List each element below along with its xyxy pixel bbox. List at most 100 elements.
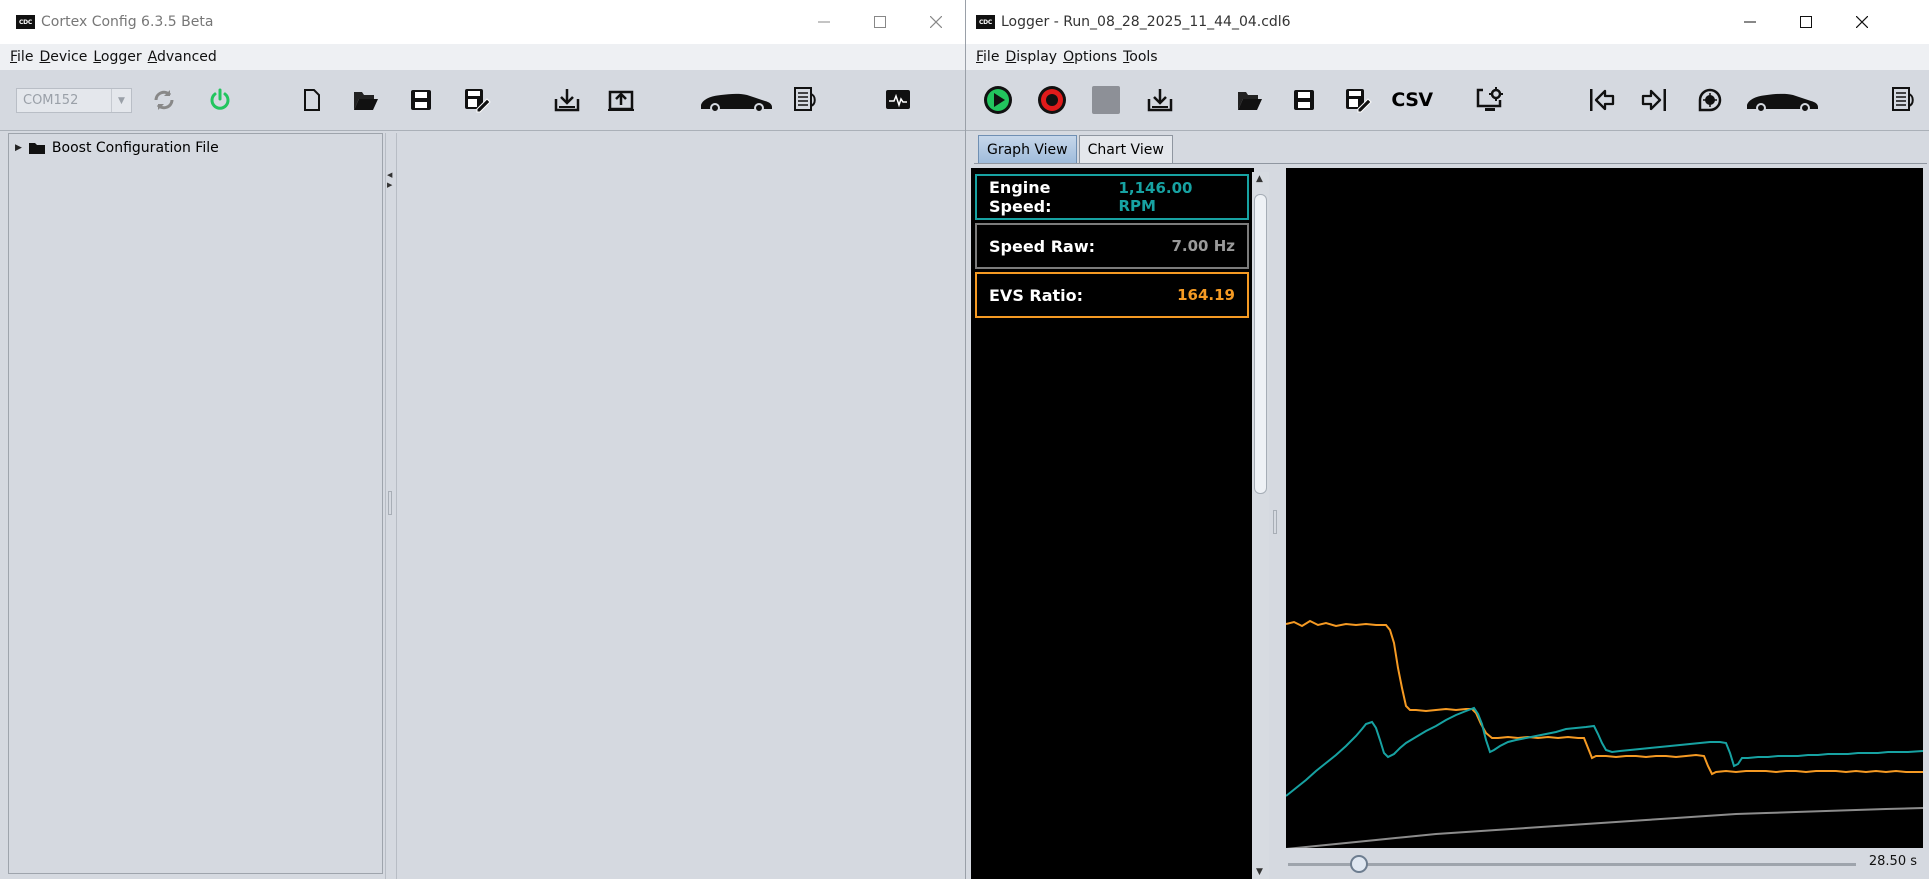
config-window: CDC Cortex Config 6.3.5 Beta File Device…: [0, 0, 966, 879]
open-file-button[interactable]: [350, 84, 382, 116]
save-as-button[interactable]: [461, 84, 493, 116]
record-icon: [1038, 86, 1066, 114]
save-as-icon: [1346, 89, 1372, 113]
logger-window: CDC Logger - Run_08_28_2025_11_44_04.cdl…: [966, 0, 1929, 879]
settings-display-button[interactable]: [1474, 84, 1506, 116]
config-editor-pane: [397, 133, 965, 879]
refresh-icon: [154, 90, 174, 110]
config-tree-pane: ▶ Boost Configuration File: [8, 133, 383, 874]
turbo-button[interactable]: [1694, 84, 1726, 116]
com-port-select[interactable]: COM152 ▼: [16, 88, 132, 113]
folder-icon: [28, 143, 45, 154]
close-icon: [1856, 16, 1868, 28]
pane-splitter[interactable]: [1269, 168, 1281, 879]
power-icon: [210, 88, 230, 110]
start-logging-button[interactable]: [982, 84, 1014, 116]
splitter-grip[interactable]: [388, 491, 392, 515]
open-log-button[interactable]: [1234, 84, 1266, 116]
menu-logger[interactable]: Logger: [93, 49, 141, 65]
download-log-button[interactable]: [1144, 84, 1176, 116]
timeline-slider-knob[interactable]: [1350, 855, 1368, 873]
open-folder-icon: [1238, 92, 1262, 110]
gauge-engine-speed[interactable]: Engine Speed: 1,146.00 RPM: [975, 174, 1249, 220]
config-menubar: File Device Logger Advanced: [0, 44, 965, 70]
tab-chart-view[interactable]: Chart View: [1078, 135, 1173, 163]
close-button[interactable]: [908, 0, 964, 44]
menu-advanced[interactable]: Advanced: [148, 49, 217, 65]
maximize-button[interactable]: [852, 0, 908, 44]
expand-right-icon[interactable]: ▶: [387, 181, 392, 189]
upload-config-button[interactable]: [605, 84, 637, 116]
graph-svg: [1285, 619, 1924, 850]
gauge-value: 164.19: [1177, 286, 1235, 304]
time-readout: 28.50 s: [1868, 854, 1917, 869]
record-button[interactable]: [1036, 84, 1068, 116]
menu-device[interactable]: Device: [39, 49, 87, 65]
gauge-label: Engine Speed:: [989, 178, 1052, 216]
export-csv-button[interactable]: CSV: [1391, 84, 1433, 116]
scroll-up-icon[interactable]: ▲: [1256, 174, 1263, 184]
scroll-thumb[interactable]: [1254, 194, 1267, 494]
save-log-as-button[interactable]: [1342, 84, 1374, 116]
gauge-evs-ratio[interactable]: EVS Ratio: 164.19: [975, 272, 1249, 318]
datasheet-button[interactable]: [790, 84, 822, 116]
menu-options[interactable]: Options: [1063, 49, 1117, 65]
download-config-button[interactable]: [551, 84, 583, 116]
config-titlebar[interactable]: CDC Cortex Config 6.3.5 Beta: [0, 0, 965, 44]
stop-button[interactable]: [1090, 84, 1122, 116]
menu-file[interactable]: File: [10, 49, 33, 65]
save-button[interactable]: [405, 84, 437, 116]
tree-item-boost-config[interactable]: ▶ Boost Configuration File: [15, 140, 219, 156]
new-file-button[interactable]: [296, 84, 328, 116]
series-speed-raw-line: [1285, 807, 1924, 850]
skip-forward-icon: [1641, 89, 1666, 111]
open-folder-icon: [354, 92, 378, 110]
gauge-scrollbar[interactable]: ▲ ▼: [1252, 172, 1269, 879]
csv-label: CSV: [1391, 89, 1433, 111]
menu-tools[interactable]: Tools: [1123, 49, 1158, 65]
tree-item-label: Boost Configuration File: [51, 140, 219, 156]
gauge-speed-raw[interactable]: Speed Raw: 7.00 Hz: [975, 223, 1249, 269]
tab-graph-view[interactable]: Graph View: [978, 135, 1077, 163]
save-icon: [1294, 90, 1314, 110]
menu-file[interactable]: File: [976, 49, 999, 65]
stop-icon: [1092, 86, 1120, 114]
vehicle-button[interactable]: [1744, 84, 1822, 116]
minimize-button[interactable]: [1722, 0, 1778, 44]
vehicle-button[interactable]: [698, 84, 776, 116]
expand-triangle-icon[interactable]: ▶: [15, 143, 22, 153]
app-logo-icon: CDC: [16, 15, 35, 29]
com-port-value: COM152: [23, 93, 79, 108]
datasheet-button[interactable]: [1888, 84, 1920, 116]
collapse-left-icon[interactable]: ◀: [387, 171, 392, 179]
save-log-button[interactable]: [1288, 84, 1320, 116]
monitor-gear-icon: [1476, 87, 1503, 111]
jump-to-end-button[interactable]: [1638, 84, 1670, 116]
refresh-button[interactable]: [148, 84, 180, 116]
minimize-button[interactable]: [796, 0, 852, 44]
logger-button[interactable]: [882, 84, 914, 116]
view-tabs: Graph View Chart View: [978, 135, 1175, 163]
menu-file-label: ile: [17, 49, 34, 65]
gauge-value: 1,146.00 RPM: [1118, 179, 1193, 215]
document-list-icon: [1892, 87, 1914, 111]
splitter-grip[interactable]: [1273, 510, 1277, 534]
race-car-icon: [1747, 93, 1818, 113]
jump-to-start-button[interactable]: [1586, 84, 1618, 116]
turbo-icon: [1698, 88, 1722, 112]
menu-display[interactable]: Display: [1005, 49, 1057, 65]
gauge-label: Speed Raw:: [989, 236, 1095, 256]
pane-splitter[interactable]: ◀ ▶: [385, 133, 397, 879]
chevron-down-icon[interactable]: ▼: [111, 89, 131, 112]
logger-titlebar[interactable]: CDC Logger - Run_08_28_2025_11_44_04.cdl…: [966, 0, 1929, 44]
timeline-track[interactable]: [1288, 863, 1856, 866]
close-button[interactable]: [1834, 0, 1890, 44]
maximize-button[interactable]: [1778, 0, 1834, 44]
connect-button[interactable]: [204, 84, 236, 116]
series-evs-ratio-line: [1285, 619, 1923, 776]
scroll-down-icon[interactable]: ▼: [1256, 867, 1263, 877]
download-icon: [554, 89, 580, 112]
gauge-label: EVS Ratio:: [989, 285, 1084, 305]
gauge-value: 7.00 Hz: [1171, 237, 1235, 255]
graph-area[interactable]: [1285, 168, 1924, 850]
